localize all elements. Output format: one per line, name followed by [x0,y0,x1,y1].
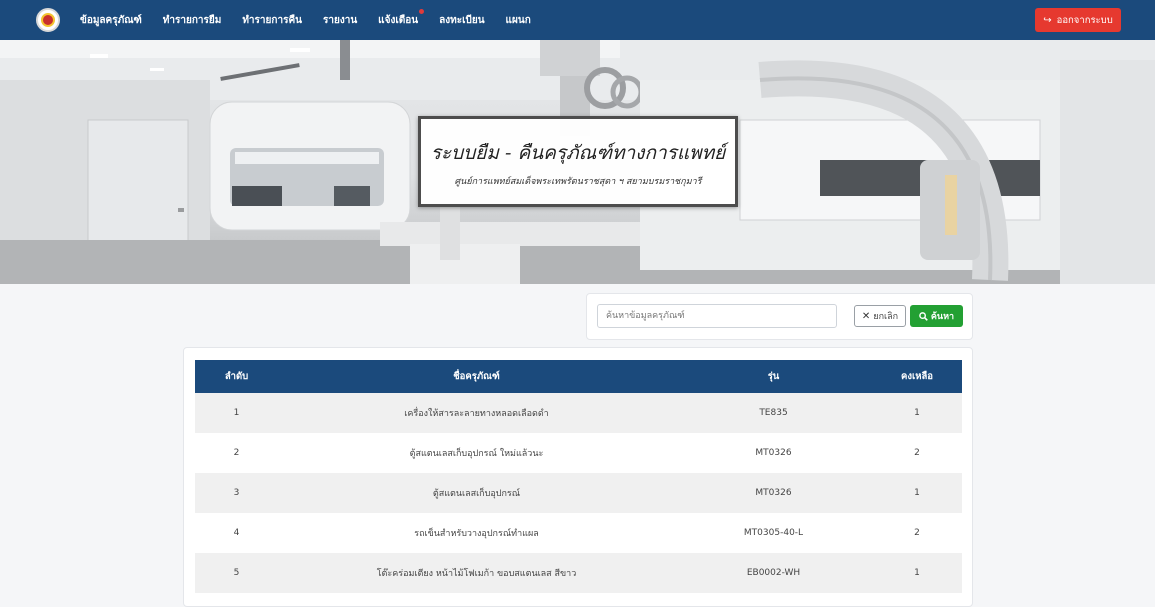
cell-order: 2 [195,433,278,473]
notification-dot [419,8,425,14]
nav-item-label: ทำรายการคืน [242,14,302,26]
table-row[interactable]: 1 เครื่องให้สารละลายทางหลอดเลือดดำ TE835 1 [195,393,962,433]
cell-remaining: 1 [872,473,962,513]
nav-item-label: ลงทะเบียน [439,14,485,26]
cell-model: MT0326 [675,433,872,473]
cell-model: TE835 [675,393,872,433]
nav-item-label: รายงาน [322,14,358,26]
column-header-remaining: คงเหลือ [872,360,962,393]
cell-name: ตู้สแตนเลสเก็บอุปกรณ์ [278,473,675,513]
cell-name: โต๊ะคร่อมเตียง หน้าไม้โฟเมก้า ขอบสแตนเลส… [278,553,675,593]
column-header-model: รุ่น [675,360,872,393]
close-icon: ✕ [861,310,871,322]
cell-name: รถเข็นสำหรับวางอุปกรณ์ทำแผล [278,513,675,553]
equipment-table: ลำดับ ชื่อครุภัณฑ์ รุ่น คงเหลือ 1 เครื่อง… [195,360,962,593]
hero-banner: ระบบยืม - คืนครุภัณฑ์ทางการแพทย์ ศูนย์กา… [0,40,1155,284]
column-header-order: ลำดับ [195,360,278,393]
cell-remaining: 1 [872,393,962,433]
cell-order: 1 [195,393,278,433]
nav-item-label: ข้อมูลครุภัณฑ์ [80,14,142,26]
logo-emblem [41,13,55,27]
cell-model: MT0305-40-L [675,513,872,553]
cell-order: 5 [195,553,278,593]
hospital-logo[interactable] [36,8,60,32]
nav-item-department[interactable]: แผนก [506,13,531,28]
nav-item-equipment-data[interactable]: ข้อมูลครุภัณฑ์ [80,13,142,28]
hero-title-box: ระบบยืม - คืนครุภัณฑ์ทางการแพทย์ ศูนย์กา… [418,116,738,207]
table-header-row: ลำดับ ชื่อครุภัณฑ์ รุ่น คงเหลือ [195,360,962,393]
nav-item-notifications[interactable]: แจ้งเตือน [378,8,425,28]
cancel-label: ยกเลิก [873,312,899,322]
nav-item-label: ทำรายการยืม [162,14,222,26]
cell-name: เครื่องให้สารละลายทางหลอดเลือดดำ [278,393,675,433]
search-input[interactable] [597,304,837,328]
nav-item-return[interactable]: ทำรายการคืน [242,13,302,28]
search-button[interactable]: ค้นหา [910,305,963,327]
cell-order: 3 [195,473,278,513]
logout-label: ออกจากระบบ [1056,14,1113,26]
sign-out-icon: ↪ [1043,14,1052,26]
equipment-table-card: ลำดับ ชื่อครุภัณฑ์ รุ่น คงเหลือ 1 เครื่อง… [183,347,973,607]
search-label: ค้นหา [930,312,955,322]
search-icon [919,311,928,321]
column-header-name: ชื่อครุภัณฑ์ [278,360,675,393]
search-card: ✕ ยกเลิก ค้นหา [586,293,973,340]
hero-title: ระบบยืม - คืนครุภัณฑ์ทางการแพทย์ [430,142,726,164]
table-row[interactable]: 5 โต๊ะคร่อมเตียง หน้าไม้โฟเมก้า ขอบสแตนเล… [195,553,962,593]
table-row[interactable]: 3 ตู้สแตนเลสเก็บอุปกรณ์ MT0326 1 [195,473,962,513]
cell-remaining: 2 [872,433,962,473]
table-row[interactable]: 2 ตู้สแตนเลสเก็บอุปกรณ์ ใหม่แล้วนะ MT0326 2 [195,433,962,473]
nav-item-register[interactable]: ลงทะเบียน [439,13,484,28]
table-body: 1 เครื่องให้สารละลายทางหลอดเลือดดำ TE835 1 2… [195,393,962,593]
cell-name: ตู้สแตนเลสเก็บอุปกรณ์ ใหม่แล้วนะ [278,433,675,473]
logout-button[interactable]: ↪ ออกจากระบบ [1035,8,1121,32]
hero-subtitle: ศูนย์การแพทย์สมเด็จพระเทพรัตนราชสุดา ฯ ส… [454,177,702,187]
cell-order: 4 [195,513,278,553]
nav-item-label: แผนก [505,14,531,26]
nav-item-report[interactable]: รายงาน [323,13,357,28]
nav-item-borrow[interactable]: ทำรายการยืม [163,13,222,28]
cell-model: EB0002-WH [675,553,872,593]
cancel-button[interactable]: ✕ ยกเลิก [854,305,906,327]
cell-model: MT0326 [675,473,872,513]
table-row[interactable]: 4 รถเข็นสำหรับวางอุปกรณ์ทำแผล MT0305-40-L 2 [195,513,962,553]
nav-menu: ข้อมูลครุภัณฑ์ ทำรายการยืม ทำรายการคืน รายง… [80,0,552,40]
cell-remaining: 1 [872,553,962,593]
top-navbar: ข้อมูลครุภัณฑ์ ทำรายการยืม ทำรายการคืน รายง… [0,0,1155,40]
cell-remaining: 2 [872,513,962,553]
nav-item-label: แจ้งเตือน [378,14,419,26]
